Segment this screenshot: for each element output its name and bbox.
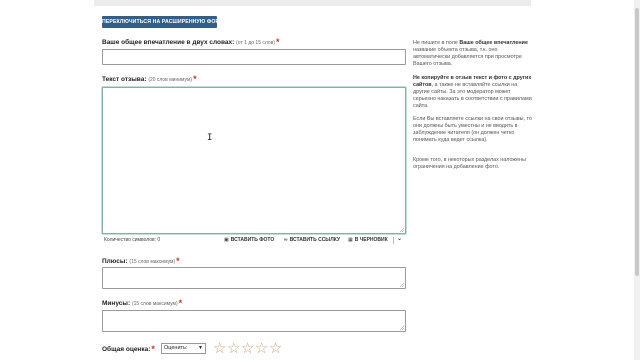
save-draft-button[interactable]: ▦ В ЧЕРНОВИК <box>348 237 388 243</box>
insert-link-label: ВСТАВИТЬ ССЫЛКУ <box>289 237 340 243</box>
impression-hint: (от 1 до 15 слов) <box>236 40 275 46</box>
rating-label-text: Общая оценка: <box>102 346 151 353</box>
required-mark: * <box>275 37 280 47</box>
resize-grip-icon[interactable] <box>400 283 404 287</box>
more-options-chevron-down-icon[interactable]: ⌄ <box>397 236 402 242</box>
star-icon[interactable]: ☆ <box>269 341 282 357</box>
tip-2-post: , а также не вставляйте ссылки на другие… <box>413 82 532 109</box>
text-cursor-icon: I <box>207 133 213 143</box>
chevron-down-icon: ▼ <box>198 345 203 351</box>
required-mark: * <box>178 298 183 308</box>
pros-input[interactable] <box>102 267 406 289</box>
pros-label-text: Плюсы: <box>102 258 128 265</box>
insert-photo-button[interactable]: ▣ ВСТАВИТЬ ФОТО <box>224 237 274 243</box>
char-count: Количество символов: 0 <box>104 237 161 243</box>
required-mark: * <box>193 74 197 84</box>
cons-input[interactable] <box>102 310 406 332</box>
impression-label-text: Ваше общее впечатление в двух словах: <box>102 39 235 46</box>
cons-hint: (15 слов максимум) <box>131 301 178 307</box>
cons-label-text: Минусы: <box>102 300 131 307</box>
resize-grip-icon[interactable] <box>400 326 404 330</box>
review-text-hint: (20 слов минимум) <box>148 77 193 83</box>
required-mark: * <box>176 256 180 266</box>
rating-select-value: Оценить: <box>164 345 188 351</box>
pros-hint: (15 слов максимум) <box>129 259 176 265</box>
cons-label: Минусы: (15 слов максимум)* <box>102 298 183 308</box>
review-text-label: Текст отзыва: (20 слов минимум)* <box>102 74 197 84</box>
star-icon[interactable]: ☆ <box>227 341 240 357</box>
required-mark: * <box>151 344 155 354</box>
sidebar-tip-1: Не пишите в поле Ваше общее впечатление … <box>413 40 533 68</box>
tip-1-pre: Не пишите в поле <box>413 40 460 46</box>
star-icon[interactable]: ☆ <box>241 341 254 357</box>
sidebar-tip-2: Не копируйте в отзыв текст и фото с друг… <box>413 75 533 110</box>
tip-1-post: название объекта отзыва, т.к. оно автома… <box>413 47 522 67</box>
page-scrollbar[interactable] <box>634 0 640 360</box>
resize-grip-icon[interactable] <box>400 228 404 232</box>
star-icon[interactable]: ☆ <box>255 341 268 357</box>
rating-select[interactable]: Оценить: ▼ <box>161 343 206 354</box>
camera-icon: ▣ <box>224 237 229 243</box>
rating-label: Общая оценка:* <box>102 344 155 354</box>
switch-to-extended-form-button[interactable]: ПЕРЕКЛЮЧИТЬСЯ НА РАСШИРЕННУЮ ФОРМУ <box>102 16 217 28</box>
tip-1-bold: Ваше общее впечатление <box>459 40 528 46</box>
scrollbar-thumb[interactable] <box>635 8 639 276</box>
star-rating[interactable]: ☆☆☆☆☆ <box>213 340 283 357</box>
save-draft-label: В ЧЕРНОВИК <box>354 237 388 243</box>
impression-label: Ваше общее впечатление в двух словах: (о… <box>102 37 280 47</box>
editor-toolbar: Количество символов: 0 ▣ ВСТАВИТЬ ФОТО ∞ В… <box>104 236 406 245</box>
insert-photo-label: ВСТАВИТЬ ФОТО <box>230 237 275 243</box>
toolbar-divider <box>393 237 394 244</box>
link-icon: ∞ <box>284 237 288 243</box>
sidebar-tip-4: Кроме того, в некоторых разделах наложен… <box>413 157 526 170</box>
star-icon[interactable]: ☆ <box>213 341 226 357</box>
review-text-area[interactable] <box>102 87 406 234</box>
pros-label: Плюсы: (15 слов максимум)* <box>102 256 180 266</box>
review-text-label-text: Текст отзыва: <box>102 76 147 83</box>
impression-input[interactable] <box>102 49 406 65</box>
top-band <box>94 0 531 6</box>
insert-link-button[interactable]: ∞ ВСТАВИТЬ ССЫЛКУ <box>284 237 340 243</box>
save-icon: ▦ <box>348 237 353 243</box>
sidebar-tip-3: Если Вы вставляете ссылки на свои отзывы… <box>413 116 532 143</box>
